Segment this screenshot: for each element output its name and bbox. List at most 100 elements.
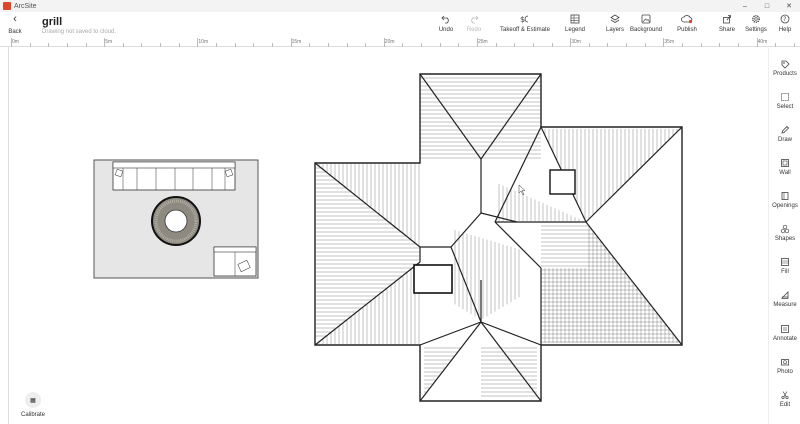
- wall-icon: [781, 159, 789, 167]
- legend-label: Legend: [564, 27, 586, 33]
- back-button[interactable]: ‹ Back: [4, 14, 26, 38]
- sofa-shape[interactable]: [112, 161, 236, 191]
- calibrate-button[interactable]: ▦ Calibrate: [20, 392, 46, 418]
- layers-button[interactable]: Layers: [603, 14, 627, 38]
- wall-tool[interactable]: Wall: [769, 158, 800, 188]
- ruler-minor-tick: [588, 43, 590, 47]
- chimney-shape[interactable]: [549, 169, 576, 195]
- ruler-minor-tick: [178, 43, 180, 47]
- ruler-minor-tick: [271, 43, 273, 47]
- window-controls: – □ ✕: [734, 0, 800, 12]
- chevron-left-icon: ‹: [13, 13, 17, 25]
- furniture-group[interactable]: [93, 159, 259, 279]
- scissors-icon: [781, 391, 789, 400]
- ruler-minor-tick: [737, 43, 739, 47]
- ruler-label: 25m: [478, 39, 488, 45]
- ruler-minor-tick: [346, 43, 348, 47]
- ruler-label: 35m: [664, 39, 675, 45]
- calibrate-icon: ▦: [25, 392, 41, 408]
- layers-icon: [610, 14, 620, 23]
- draw-tool[interactable]: Draw: [769, 125, 800, 155]
- ruler-minor-tick: [626, 43, 628, 47]
- select-icon: [781, 93, 789, 101]
- ruler-label: 15m: [291, 39, 302, 45]
- annotate-icon: [781, 325, 789, 333]
- select-tool[interactable]: Select: [769, 92, 800, 122]
- ruler-minor-tick: [421, 43, 423, 47]
- undo-label: Undo: [438, 27, 454, 33]
- legend-button[interactable]: Legend: [562, 14, 588, 38]
- background-button[interactable]: Background: [628, 14, 664, 38]
- help-icon: ?: [780, 14, 790, 24]
- annotate-tool[interactable]: Annotate: [769, 324, 800, 354]
- share-button[interactable]: Share: [715, 14, 739, 38]
- ruler-minor-tick: [66, 43, 68, 47]
- ruler-major-tick: [104, 38, 106, 47]
- roof-plan[interactable]: [314, 73, 683, 402]
- image-icon: [641, 14, 651, 24]
- ruler-top: 0m 5m 10m 15m 20m 25m 30m 35m 40m: [0, 38, 800, 47]
- minimize-icon[interactable]: –: [734, 0, 756, 12]
- measure-tool-label: Measure: [773, 302, 797, 308]
- round-table-shape[interactable]: [151, 196, 201, 246]
- ruler-label: 0m: [12, 39, 19, 45]
- edit-tool[interactable]: Edit: [769, 390, 800, 420]
- maximize-icon[interactable]: □: [756, 0, 778, 12]
- ruler-minor-tick: [719, 43, 721, 47]
- ruler-major-tick: [11, 38, 12, 47]
- camera-icon: [781, 359, 789, 366]
- products-tool-label: Products: [773, 71, 797, 77]
- help-button[interactable]: ? Help: [774, 14, 796, 38]
- openings-tool[interactable]: Openings: [769, 191, 800, 221]
- ruler-minor-tick: [327, 43, 329, 47]
- fill-tool-label: Fill: [781, 269, 789, 275]
- undo-icon: [441, 15, 449, 24]
- drawing-canvas[interactable]: [10, 48, 768, 424]
- ruler-major-tick: [756, 38, 758, 47]
- ruler-minor-tick: [532, 43, 534, 47]
- measure-tool[interactable]: Measure: [769, 290, 800, 320]
- ruler-minor-tick: [607, 43, 609, 47]
- ruler-minor-tick: [458, 43, 460, 47]
- shapes-icon: [780, 224, 790, 234]
- title-bar: ArcSite – □ ✕: [0, 0, 800, 12]
- openings-tool-label: Openings: [772, 203, 798, 209]
- photo-tool-label: Photo: [777, 369, 793, 375]
- close-icon[interactable]: ✕: [778, 0, 800, 12]
- fill-icon: [781, 258, 789, 266]
- ruler-minor-tick: [141, 43, 143, 47]
- skylight-shape[interactable]: [413, 264, 453, 294]
- svg-text:?: ?: [783, 16, 786, 23]
- ruler-minor-tick: [439, 43, 441, 47]
- redo-icon: [471, 15, 479, 24]
- tool-sidebar: Products Select Draw Wall Openings Shapes Fill…: [768, 48, 800, 424]
- settings-button[interactable]: Settings: [743, 14, 769, 38]
- undo-button[interactable]: Undo: [434, 14, 458, 38]
- fill-tool[interactable]: Fill: [769, 257, 800, 287]
- app-title: ArcSite: [14, 2, 37, 10]
- products-tool[interactable]: Products: [769, 59, 800, 89]
- ruler-major-tick: [663, 38, 665, 47]
- help-label: Help: [778, 27, 792, 33]
- armchair-shape[interactable]: [213, 246, 257, 277]
- tag-icon: [781, 60, 790, 69]
- redo-button[interactable]: Redo: [462, 14, 486, 38]
- save-status: Drawing not saved to cloud.: [42, 29, 117, 35]
- ruler-major-tick: [570, 38, 572, 47]
- publish-button[interactable]: Publish: [675, 14, 699, 38]
- takeoff-estimate-button[interactable]: $ Takeoff & Estimate: [498, 14, 552, 38]
- pen-icon: [781, 125, 790, 134]
- shapes-tool[interactable]: Shapes: [769, 224, 800, 254]
- background-label: Background: [629, 27, 663, 33]
- ruler-minor-tick: [644, 43, 646, 47]
- ruler-minor-tick: [309, 43, 311, 47]
- ruler-major-tick: [383, 38, 385, 47]
- ruler-minor-tick: [514, 43, 516, 47]
- door-icon: [781, 192, 789, 200]
- wall-tool-label: Wall: [779, 170, 791, 176]
- ruler-label: 5m: [105, 39, 113, 45]
- settings-label: Settings: [745, 27, 767, 33]
- ruler-label: 10m: [198, 39, 209, 45]
- photo-tool[interactable]: Photo: [769, 357, 800, 387]
- back-label: Back: [8, 29, 22, 35]
